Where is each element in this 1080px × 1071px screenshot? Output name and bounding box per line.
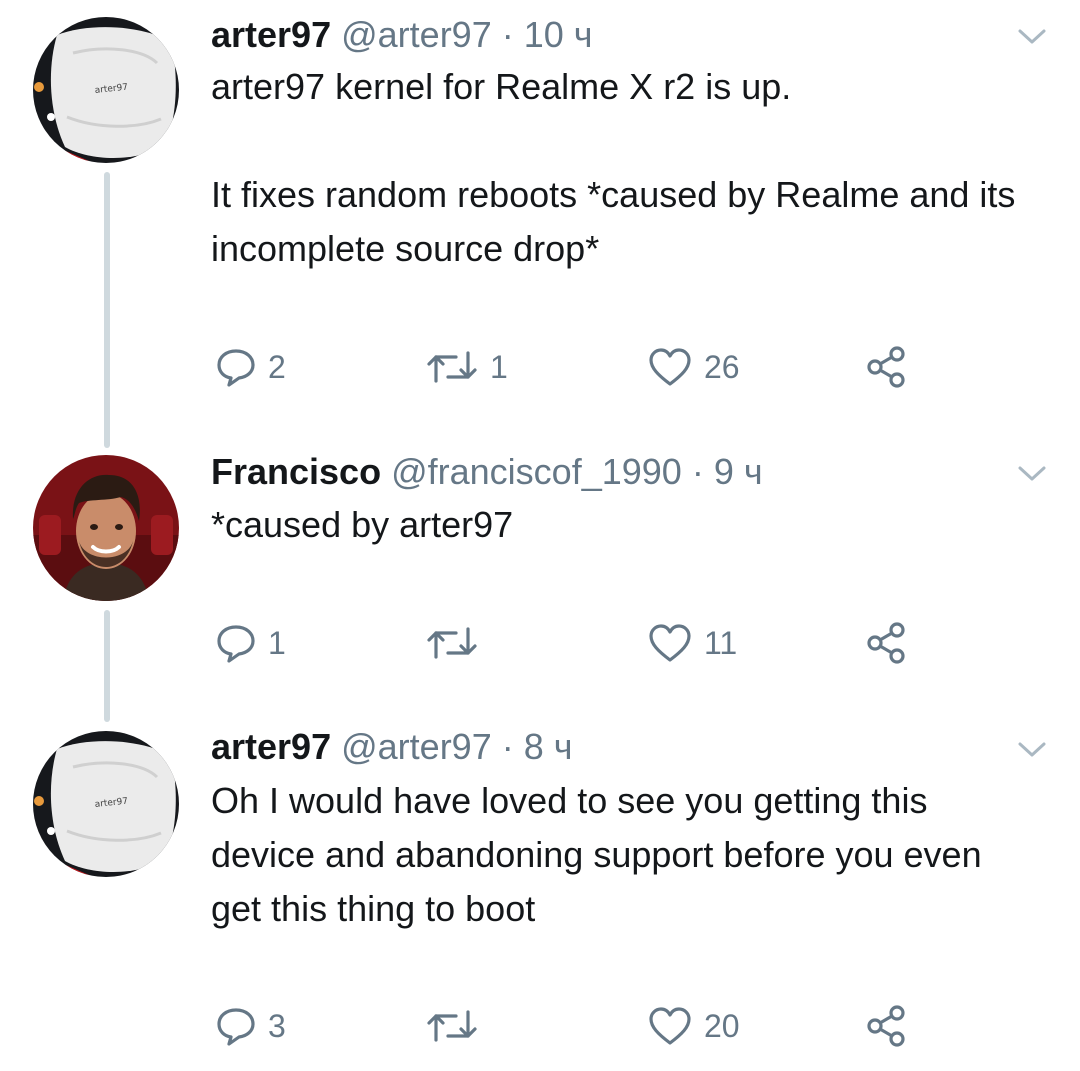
smiling-man-avatar-icon: [33, 455, 179, 601]
user-handle[interactable]: @arter97: [341, 726, 492, 767]
pillow-avatar-icon: arter97: [33, 17, 179, 163]
retweet-icon: [427, 627, 477, 659]
reply-icon: [217, 625, 255, 663]
timestamp[interactable]: 8 ч: [524, 726, 573, 767]
user-handle[interactable]: @franciscof_1990: [391, 451, 682, 492]
share-button[interactable]: [864, 344, 908, 390]
reply-button[interactable]: 2: [216, 344, 286, 390]
retweet-button[interactable]: [426, 1003, 490, 1049]
like-count: 20: [704, 1007, 740, 1044]
reply-count: 2: [268, 348, 286, 385]
tweet-text: *caused by arter97: [211, 504, 514, 545]
like-button[interactable]: 20: [648, 1003, 740, 1049]
reply-icon: [217, 349, 255, 387]
display-name[interactable]: Francisco: [211, 451, 381, 492]
retweet-icon: [427, 351, 477, 383]
tweet-header: arter97 @arter97 · 8 ч: [211, 727, 573, 767]
tweet-header: Francisco @franciscof_1990 · 9 ч: [211, 452, 763, 492]
share-button[interactable]: [864, 1003, 908, 1049]
reply-icon: [217, 1008, 255, 1046]
pillow-avatar-icon: arter97: [33, 731, 179, 877]
display-name[interactable]: arter97: [211, 726, 331, 767]
separator-dot: ·: [501, 726, 514, 767]
tweet-menu-caret[interactable]: [1017, 464, 1047, 484]
avatar[interactable]: arter97: [33, 17, 179, 163]
share-button[interactable]: [864, 620, 908, 666]
separator-dot: ·: [501, 14, 514, 55]
retweet-button[interactable]: 1: [426, 344, 508, 390]
tweet-actions: 3 20: [216, 1003, 936, 1049]
tweet-menu-caret[interactable]: [1017, 27, 1047, 47]
tweet-thread: arter97 arter97 @arter97 · 10 ч arter97 …: [0, 0, 1080, 1071]
timestamp[interactable]: 9 ч: [714, 451, 763, 492]
chevron-down-icon: [1018, 29, 1046, 44]
share-icon: [867, 346, 905, 388]
chevron-down-icon: [1018, 466, 1046, 481]
like-button[interactable]: 26: [648, 344, 740, 390]
timestamp[interactable]: 10 ч: [524, 14, 593, 55]
separator-dot: ·: [691, 451, 704, 492]
tweet-text: Oh I would have loved to see you getting…: [211, 780, 982, 929]
share-icon: [867, 1005, 905, 1047]
reply-button[interactable]: 3: [216, 1003, 286, 1049]
user-handle[interactable]: @arter97: [341, 14, 492, 55]
thread-connector: [104, 172, 110, 448]
thread-connector: [104, 610, 110, 722]
tweet-actions: 1 11: [216, 620, 936, 666]
avatar[interactable]: [33, 455, 179, 601]
heart-icon: [649, 624, 691, 662]
reply-count: 1: [268, 624, 286, 661]
reply-count: 3: [268, 1007, 286, 1044]
heart-icon: [649, 1007, 691, 1045]
like-count: 26: [704, 348, 740, 385]
display-name[interactable]: arter97: [211, 14, 331, 55]
share-icon: [867, 622, 905, 664]
chevron-down-icon: [1018, 742, 1046, 757]
avatar[interactable]: arter97: [33, 731, 179, 877]
retweet-icon: [427, 1010, 477, 1042]
reply-button[interactable]: 1: [216, 620, 286, 666]
like-button[interactable]: 11: [648, 620, 737, 666]
like-count: 11: [704, 624, 738, 661]
heart-icon: [649, 348, 691, 386]
tweet-text: arter97 kernel for Realme X r2 is up. It…: [211, 66, 1016, 269]
tweet-actions: 2 1 26: [216, 344, 936, 390]
retweet-count: 1: [490, 348, 508, 385]
tweet-menu-caret[interactable]: [1017, 740, 1047, 760]
retweet-button[interactable]: [426, 620, 490, 666]
tweet-header: arter97 @arter97 · 10 ч: [211, 15, 593, 55]
